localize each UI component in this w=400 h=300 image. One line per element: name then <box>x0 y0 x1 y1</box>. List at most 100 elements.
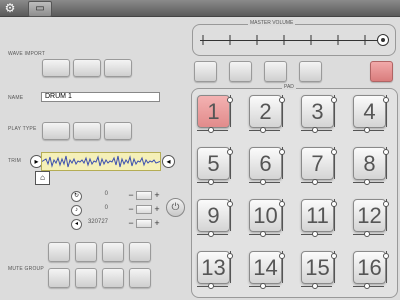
pad-volume-knob[interactable] <box>383 149 389 155</box>
pad-pan-knob[interactable] <box>312 127 318 133</box>
pad-pan-knob[interactable] <box>260 179 266 185</box>
function-button-3[interactable] <box>264 61 287 82</box>
pad-11[interactable]: 11 <box>299 197 338 239</box>
pad-volume-knob[interactable] <box>331 149 337 155</box>
pad-16[interactable]: 16 <box>351 249 390 291</box>
minus-icon[interactable]: − <box>126 205 136 214</box>
wave-import-button-3[interactable] <box>104 59 132 77</box>
pad-volume-knob[interactable] <box>227 149 233 155</box>
pad-button[interactable]: 10 <box>249 199 282 232</box>
pad-volume-knob[interactable] <box>279 201 285 207</box>
pad-14[interactable]: 14 <box>247 249 286 291</box>
pad-pan-knob[interactable] <box>312 283 318 289</box>
pad-pan-knob[interactable] <box>260 127 266 133</box>
pad-button[interactable]: 2 <box>249 95 282 128</box>
gear-icon[interactable]: ⚙ <box>2 1 18 15</box>
pad-3[interactable]: 3 <box>299 93 338 135</box>
pad-6[interactable]: 6 <box>247 145 286 187</box>
pad-volume-knob[interactable] <box>383 253 389 259</box>
play-type-button-2[interactable] <box>73 122 101 140</box>
pad-volume-knob[interactable] <box>331 201 337 207</box>
pad-pan-knob[interactable] <box>208 127 214 133</box>
pitch-icon[interactable]: ♪ <box>71 205 82 216</box>
pad-button[interactable]: 9 <box>197 199 230 232</box>
mute-group-button-4[interactable] <box>129 242 151 262</box>
pad-volume-knob[interactable] <box>383 97 389 103</box>
pad-button[interactable]: 12 <box>353 199 386 232</box>
mute-group-button-7[interactable] <box>102 268 124 288</box>
trim-end-icon[interactable]: ◂ <box>162 155 175 168</box>
pad-pan-knob[interactable] <box>208 283 214 289</box>
pad-volume-knob[interactable] <box>383 201 389 207</box>
pad-button[interactable]: 14 <box>249 251 282 284</box>
pad-15[interactable]: 15 <box>299 249 338 291</box>
pad-volume-knob[interactable] <box>279 149 285 155</box>
pad-1[interactable]: 1 <box>195 93 234 135</box>
pad-volume-knob[interactable] <box>227 253 233 259</box>
pad-pan-knob[interactable] <box>364 283 370 289</box>
pad-13[interactable]: 13 <box>195 249 234 291</box>
pad-button[interactable]: 5 <box>197 147 230 180</box>
function-button-1[interactable] <box>194 61 217 82</box>
pad-volume-knob[interactable] <box>331 253 337 259</box>
mute-group-button-6[interactable] <box>75 268 97 288</box>
play-type-button-3[interactable] <box>104 122 132 140</box>
pad-pan-knob[interactable] <box>364 127 370 133</box>
pad-pan-knob[interactable] <box>260 231 266 237</box>
function-button-2[interactable] <box>229 61 252 82</box>
wave-import-button-2[interactable] <box>73 59 101 77</box>
master-volume-knob[interactable] <box>377 34 389 46</box>
pad-pan-knob[interactable] <box>260 283 266 289</box>
home-icon[interactable]: ⌂ <box>35 171 50 185</box>
pad-7[interactable]: 7 <box>299 145 338 187</box>
pad-pan-knob[interactable] <box>208 231 214 237</box>
plus-icon[interactable]: + <box>152 219 162 228</box>
name-field[interactable] <box>41 92 160 102</box>
loop-icon[interactable]: ↻ <box>71 191 82 202</box>
pad-button[interactable]: 4 <box>353 95 386 128</box>
mute-group-button-5[interactable] <box>48 268 70 288</box>
pad-button[interactable]: 16 <box>353 251 386 284</box>
pad-button[interactable]: 7 <box>301 147 334 180</box>
pad-10[interactable]: 10 <box>247 197 286 239</box>
pad-pan-knob[interactable] <box>312 179 318 185</box>
mute-group-button-2[interactable] <box>75 242 97 262</box>
mute-group-button-3[interactable] <box>102 242 124 262</box>
pad-button[interactable]: 11 <box>301 199 334 232</box>
pad-button[interactable]: 13 <box>197 251 230 284</box>
pad-button[interactable]: 3 <box>301 95 334 128</box>
minus-icon[interactable]: − <box>126 219 136 228</box>
pad-button[interactable]: 1 <box>197 95 230 128</box>
record-button[interactable] <box>370 61 393 82</box>
pad-4[interactable]: 4 <box>351 93 390 135</box>
wave-import-button-1[interactable] <box>42 59 70 77</box>
function-button-4[interactable] <box>299 61 322 82</box>
play-type-button-1[interactable] <box>42 122 70 140</box>
pad-volume-knob[interactable] <box>331 97 337 103</box>
pad-pan-knob[interactable] <box>312 231 318 237</box>
pad-5[interactable]: 5 <box>195 145 234 187</box>
pad-button[interactable]: 8 <box>353 147 386 180</box>
folder-tab-button[interactable]: ▭ <box>28 1 52 17</box>
plus-icon[interactable]: + <box>152 205 162 214</box>
power-button[interactable]: ⏻ <box>166 198 185 217</box>
pad-pan-knob[interactable] <box>364 231 370 237</box>
pad-12[interactable]: 12 <box>351 197 390 239</box>
waveform-display[interactable] <box>41 152 161 171</box>
pad-8[interactable]: 8 <box>351 145 390 187</box>
pad-pan-knob[interactable] <box>208 179 214 185</box>
pad-volume-knob[interactable] <box>279 97 285 103</box>
mute-group-button-8[interactable] <box>129 268 151 288</box>
minus-icon[interactable]: − <box>126 191 136 200</box>
plus-icon[interactable]: + <box>152 191 162 200</box>
pad-pan-knob[interactable] <box>364 179 370 185</box>
pad-volume-knob[interactable] <box>227 201 233 207</box>
pad-button[interactable]: 15 <box>301 251 334 284</box>
pad-button[interactable]: 6 <box>249 147 282 180</box>
mute-group-button-1[interactable] <box>48 242 70 262</box>
speaker-icon[interactable]: ◂ <box>71 219 82 230</box>
pad-volume-knob[interactable] <box>227 97 233 103</box>
pad-2[interactable]: 2 <box>247 93 286 135</box>
pad-9[interactable]: 9 <box>195 197 234 239</box>
pad-volume-knob[interactable] <box>279 253 285 259</box>
